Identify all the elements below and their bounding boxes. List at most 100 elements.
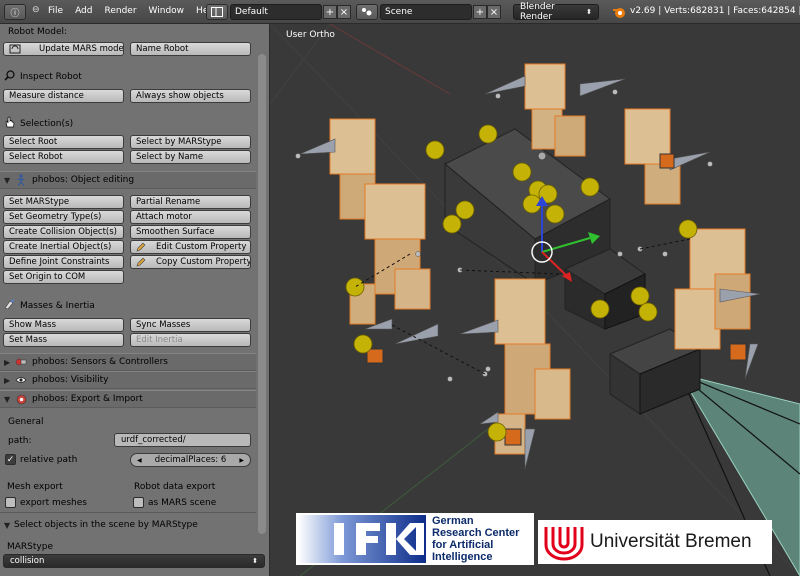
- select-by-name-button[interactable]: Select by Name: [130, 150, 251, 164]
- axis-line-red: [329, 24, 451, 95]
- robot-scene: [270, 24, 800, 576]
- uni-bremen-logo-mark: [544, 527, 584, 561]
- magnifier-icon: [4, 70, 15, 84]
- top-header-bar: ⓘ ⊖ File Add Render Window Help Default …: [0, 0, 800, 24]
- menu-collapse-icon[interactable]: ⊖: [32, 5, 40, 15]
- create-inertial-object-button[interactable]: Create Inertial Object(s): [3, 240, 124, 254]
- dfki-logo-mark: [298, 515, 426, 563]
- decimal-places-field[interactable]: ◀ decimalPlaces: 6 ▶: [130, 453, 251, 467]
- delete-layout-button[interactable]: ×: [337, 5, 351, 19]
- export-icon: [14, 393, 28, 405]
- add-layout-button[interactable]: +: [323, 5, 337, 19]
- always-show-objects-button[interactable]: Always show objects: [130, 89, 251, 103]
- partial-rename-button[interactable]: Partial Rename: [130, 195, 251, 209]
- path-label: path:: [8, 436, 32, 446]
- selection-header: Selection(s): [4, 116, 73, 131]
- dfki-text: German Research Center for Artificial In…: [432, 515, 520, 563]
- refresh-icon: [9, 44, 21, 54]
- menu-render[interactable]: Render: [99, 6, 143, 16]
- panel-divider: [0, 512, 256, 513]
- collapsed-triangle-icon: ▶: [4, 375, 11, 385]
- scene-field[interactable]: Scene: [380, 4, 472, 20]
- edit-custom-property-button[interactable]: Edit Custom Property: [130, 240, 251, 254]
- as-mars-scene-checkbox[interactable]: [133, 497, 144, 508]
- set-marstype-button[interactable]: Set MARStype: [3, 195, 124, 209]
- marstype-dropdown[interactable]: collision ⬍: [3, 554, 265, 568]
- sensor-icon: [14, 356, 28, 368]
- export-import-panel-header[interactable]: ▼ phobos: Export & Import: [0, 390, 256, 408]
- close-icon: ×: [489, 6, 499, 18]
- as-mars-scene-label: as MARS scene: [148, 498, 217, 508]
- attach-motor-button[interactable]: Attach motor: [130, 210, 251, 224]
- expanded-triangle-icon: ▼: [4, 394, 11, 404]
- select-by-marstype-button[interactable]: Select by MARStype: [130, 135, 251, 149]
- update-mars-model-button[interactable]: Update MARS model: [3, 42, 124, 56]
- sensors-controllers-panel-header[interactable]: ▶ phobos: Sensors & Controllers: [0, 353, 256, 371]
- plus-icon: +: [475, 6, 485, 18]
- relative-path-label: relative path: [20, 455, 78, 465]
- name-robot-button[interactable]: Name Robot: [130, 42, 251, 56]
- hand-pointer-icon: [4, 116, 15, 131]
- robot-data-export-label: Robot data export: [134, 482, 216, 492]
- sync-masses-button[interactable]: Sync Masses: [130, 318, 251, 332]
- menu-file[interactable]: File: [42, 6, 69, 16]
- chevron-updown-icon: ⬍: [252, 557, 258, 565]
- screen-layout-field[interactable]: Default: [230, 4, 322, 20]
- armature-icon: [14, 174, 28, 186]
- panel-scrollbar[interactable]: [258, 54, 266, 534]
- measure-distance-button[interactable]: Measure distance: [3, 89, 124, 103]
- weight-icon: [4, 299, 15, 312]
- select-robot-button[interactable]: Select Robot: [3, 150, 124, 164]
- define-joint-constraints-button[interactable]: Define Joint Constraints: [3, 255, 124, 269]
- pencil-icon: [136, 242, 146, 252]
- general-label: General: [8, 417, 44, 427]
- checkmark-icon: ✓: [6, 454, 15, 465]
- copy-custom-property-button[interactable]: Copy Custom Property: [130, 255, 251, 269]
- scene-icon: [362, 8, 372, 16]
- relative-path-checkbox[interactable]: ✓: [5, 454, 16, 465]
- masses-inertia-header: Masses & Inertia: [4, 299, 95, 312]
- marstype-label: MARStype: [7, 542, 53, 552]
- export-meshes-label: export meshes: [20, 498, 87, 508]
- info-icon: ⓘ: [10, 8, 20, 19]
- delete-scene-button[interactable]: ×: [487, 5, 501, 19]
- smoothen-surface-button[interactable]: Smoothen Surface: [130, 225, 251, 239]
- show-mass-button[interactable]: Show Mass: [3, 318, 124, 332]
- render-engine-dropdown[interactable]: Blender Render ⬍: [513, 2, 599, 22]
- edit-inertia-button[interactable]: Edit Inertia: [130, 333, 251, 347]
- editor-type-button[interactable]: ⓘ: [4, 4, 26, 20]
- uni-bremen-logo: Universität Bremen: [538, 520, 772, 564]
- uni-bremen-text: Universität Bremen: [590, 531, 752, 552]
- main-menu: File Add Render Window Help: [42, 6, 223, 16]
- dfki-logo: German Research Center for Artificial In…: [296, 513, 534, 565]
- inspect-robot-header: Inspect Robot: [4, 70, 82, 84]
- menu-add[interactable]: Add: [69, 6, 98, 16]
- visibility-panel-header[interactable]: ▶ phobos: Visibility: [0, 371, 256, 389]
- screen-layout-icon[interactable]: [206, 4, 228, 20]
- chevron-updown-icon: ⬍: [586, 8, 592, 16]
- pencil-icon: [136, 257, 146, 267]
- object-editing-panel-header[interactable]: ▼ phobos: Object editing: [0, 171, 256, 189]
- set-geometry-type-button[interactable]: Set Geometry Type(s): [3, 210, 124, 224]
- eye-icon: [14, 374, 28, 386]
- plus-icon: +: [325, 6, 335, 18]
- expanded-triangle-icon: ▼: [4, 520, 11, 530]
- scene-icon-button[interactable]: [356, 4, 378, 20]
- export-path-field[interactable]: urdf_corrected/: [114, 433, 251, 447]
- scene-stats: v2.69 | Verts:682831 | Faces:642854 | Tr…: [630, 6, 800, 16]
- select-by-marstype-operator-header[interactable]: ▼ Select objects in the scene by MARStyp…: [0, 516, 256, 534]
- add-scene-button[interactable]: +: [473, 5, 487, 19]
- collapsed-triangle-icon: ▶: [4, 357, 11, 367]
- robot-model-label: Robot Model:: [8, 27, 68, 37]
- blender-logo-icon: [613, 8, 625, 18]
- set-mass-button[interactable]: Set Mass: [3, 333, 124, 347]
- menu-window[interactable]: Window: [143, 6, 191, 16]
- set-origin-to-com-button[interactable]: Set Origin to COM: [3, 270, 124, 284]
- 3d-viewport[interactable]: User Ortho German Research Center for Ar…: [270, 24, 800, 576]
- select-root-button[interactable]: Select Root: [3, 135, 124, 149]
- create-collision-object-button[interactable]: Create Collision Object(s): [3, 225, 124, 239]
- expanded-triangle-icon: ▼: [4, 175, 11, 185]
- arrow-left-icon[interactable]: ◀: [137, 457, 142, 464]
- export-meshes-checkbox[interactable]: [5, 497, 16, 508]
- arrow-right-icon[interactable]: ▶: [239, 457, 244, 464]
